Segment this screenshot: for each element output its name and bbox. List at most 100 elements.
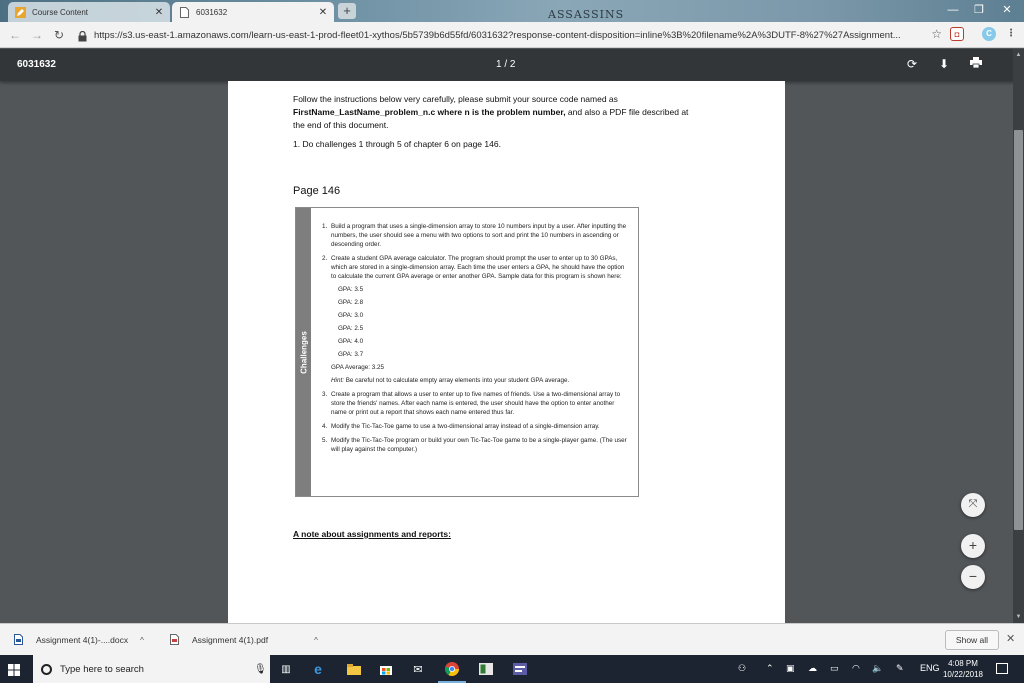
instruction-item-1: 1. Do challenges 1 through 5 of chapter … — [293, 139, 501, 149]
download-icon[interactable]: ⬇ — [936, 56, 952, 72]
download-shelf: Assignment 4(1)-....docx ^ Assignment 4(… — [0, 623, 1024, 655]
page-heading: Page 146 — [293, 185, 341, 197]
download-item-docx[interactable]: Assignment 4(1)-....docx ^ — [14, 632, 144, 648]
hint-line: Hint: Be careful not to calculate empty … — [331, 376, 630, 385]
challenges-box: Challenges 1. Build a program that uses … — [295, 207, 639, 497]
gpa-line: GPA: 2.8 — [338, 299, 364, 306]
clock-time: 4:08 PM — [948, 659, 978, 668]
action-center-icon[interactable] — [996, 663, 1008, 674]
people-icon[interactable]: ⚇ — [738, 663, 746, 674]
hint-label: Hint: — [331, 377, 344, 384]
network-icon[interactable]: ▭ — [830, 663, 839, 674]
extension-shield-icon[interactable]: ◘ — [950, 27, 964, 41]
print-icon[interactable] — [968, 56, 984, 72]
gpa-sample-list: GPA: 3.5 GPA: 2.8 GPA: 3.0 GPA: 2.5 GPA:… — [322, 285, 630, 372]
pdf-title: 6031632 — [17, 59, 56, 70]
back-arrow-icon[interactable]: ← — [8, 28, 22, 42]
edge-browser-icon[interactable]: e — [308, 659, 328, 679]
page-indicator[interactable]: 1 / 2 — [496, 59, 515, 70]
gpa-line: GPA: 4.0 — [338, 338, 364, 345]
hint-text: Be careful not to calculate empty array … — [343, 377, 570, 384]
scrollbar-thumb[interactable] — [1014, 130, 1023, 530]
windows-taskbar: Type here to search 🎙 ▥ e ✉ ⚇ ⌃ ▣ ☁ ▭ ◠ … — [0, 655, 1024, 683]
mail-icon[interactable]: ✉ — [408, 659, 428, 679]
forward-arrow-icon[interactable]: → — [30, 28, 44, 42]
app-window-icon[interactable] — [476, 659, 496, 679]
challenges-sidebar-label: Challenges — [299, 331, 309, 374]
microphone-icon[interactable]: 🎙 — [254, 664, 267, 675]
tab-course-content[interactable]: Course Content ✕ — [8, 2, 170, 22]
lock-icon — [78, 29, 88, 42]
new-tab-button[interactable]: + — [338, 3, 356, 19]
extension-badge[interactable]: C — [982, 27, 996, 41]
download-filename: Assignment 4(1).pdf — [192, 635, 269, 645]
volume-muted-icon[interactable]: 🔈 — [872, 663, 883, 674]
document-icon — [178, 6, 190, 18]
gpa-line: GPA: 3.0 — [338, 312, 364, 319]
taskbar-search-box[interactable]: Type here to search 🎙 — [33, 655, 270, 683]
pdf-file-icon — [170, 634, 180, 646]
pdf-page: Follow the instructions below very caref… — [228, 81, 785, 623]
gpa-line: GPA: 2.5 — [338, 325, 364, 332]
close-icon[interactable]: ✕ — [1006, 632, 1015, 645]
tab-title: 6031632 — [196, 7, 228, 17]
close-window-icon[interactable]: ✕ — [994, 0, 1020, 22]
pdf-toolbar: 6031632 1 / 2 ⟳ ⬇ — [0, 49, 1024, 81]
scroll-down-icon[interactable]: ▼ — [1013, 612, 1024, 622]
bookmark-star-icon[interactable]: ☆ — [931, 27, 942, 41]
challenge-item: 3. Create a program that allows a user t… — [322, 391, 621, 416]
pen-icon[interactable]: ✎ — [896, 663, 904, 674]
download-filename: Assignment 4(1)-....docx — [36, 635, 129, 645]
intro-paragraph: Follow the instructions below very caref… — [293, 93, 723, 132]
gpa-line: GPA: 3.5 — [338, 286, 364, 293]
menu-kebab-icon[interactable]: ⋮ — [1004, 27, 1018, 41]
browser-toolbar: ← → ↻ https://s3.us-east-1.amazonaws.com… — [0, 22, 1024, 48]
tab-title: Course Content — [32, 7, 89, 17]
browser-tab-strip: Course Content ✕ 6031632 ✕ + ASSASSINS —… — [0, 0, 1024, 22]
intro-rest: and also a PDF file described at — [565, 107, 689, 117]
chrome-icon[interactable] — [438, 659, 466, 683]
reload-icon[interactable]: ↻ — [52, 28, 66, 42]
language-indicator[interactable]: ENG — [920, 663, 940, 673]
show-all-button[interactable]: Show all — [945, 630, 999, 650]
chevron-up-icon[interactable]: ^ — [140, 636, 144, 645]
close-icon[interactable]: ✕ — [316, 7, 330, 18]
rotate-icon[interactable]: ⟳ — [904, 56, 920, 72]
url-text[interactable]: https://s3.us-east-1.amazonaws.com/learn… — [94, 30, 914, 41]
intro-bold-filename: FirstName_LastName_problem_n.c where n i… — [293, 107, 566, 117]
pencil-icon — [14, 6, 26, 18]
search-placeholder: Type here to search — [60, 663, 144, 675]
taskbar-clock[interactable]: 4:08 PM 10/22/2018 — [940, 658, 986, 680]
cortana-icon — [41, 663, 52, 675]
word-file-icon — [14, 634, 24, 646]
challenge-item: 5. Modify the Tic-Tac-Toe program or bui… — [322, 437, 627, 453]
restore-icon[interactable]: ❐ — [966, 0, 992, 22]
fit-to-page-icon[interactable]: ⤧ — [961, 493, 985, 517]
challenges-sidebar: Challenges — [296, 208, 311, 496]
theme-banner-text: ASSASSINS — [548, 8, 625, 21]
address-bar[interactable]: https://s3.us-east-1.amazonaws.com/learn… — [78, 26, 942, 44]
cloud-sync-icon[interactable]: ☁ — [808, 663, 817, 674]
chevron-up-icon[interactable]: ⌃ — [766, 663, 774, 674]
zoom-out-icon[interactable]: − — [961, 565, 985, 589]
intro-line-3: the end of this document. — [293, 120, 389, 130]
challenge-list: 1. Build a program that uses a single-di… — [322, 222, 630, 459]
zoom-in-icon[interactable]: + — [961, 534, 985, 558]
store-icon[interactable] — [376, 659, 396, 679]
dev-app-icon[interactable] — [510, 659, 530, 679]
scroll-up-icon[interactable]: ▲ — [1013, 50, 1024, 60]
download-item-pdf[interactable]: Assignment 4(1).pdf ^ — [170, 632, 318, 648]
task-view-icon[interactable]: ▥ — [276, 659, 296, 679]
chevron-up-icon[interactable]: ^ — [314, 636, 318, 645]
file-explorer-icon[interactable] — [344, 659, 364, 679]
challenge-item: 2. Create a student GPA average calculat… — [322, 255, 625, 280]
wifi-icon[interactable]: ◠ — [852, 663, 860, 674]
close-icon[interactable]: ✕ — [152, 7, 166, 18]
challenge-item: 4. Modify the Tic-Tac-Toe game to use a … — [322, 423, 600, 430]
note-heading: A note about assignments and reports: — [293, 529, 451, 539]
gpa-line: GPA: 3.7 — [338, 351, 364, 358]
tray-app-icon[interactable]: ▣ — [786, 663, 795, 674]
minimize-icon[interactable]: — — [940, 0, 966, 22]
windows-start-icon[interactable] — [8, 663, 20, 676]
tab-6031632[interactable]: 6031632 ✕ — [172, 2, 334, 22]
